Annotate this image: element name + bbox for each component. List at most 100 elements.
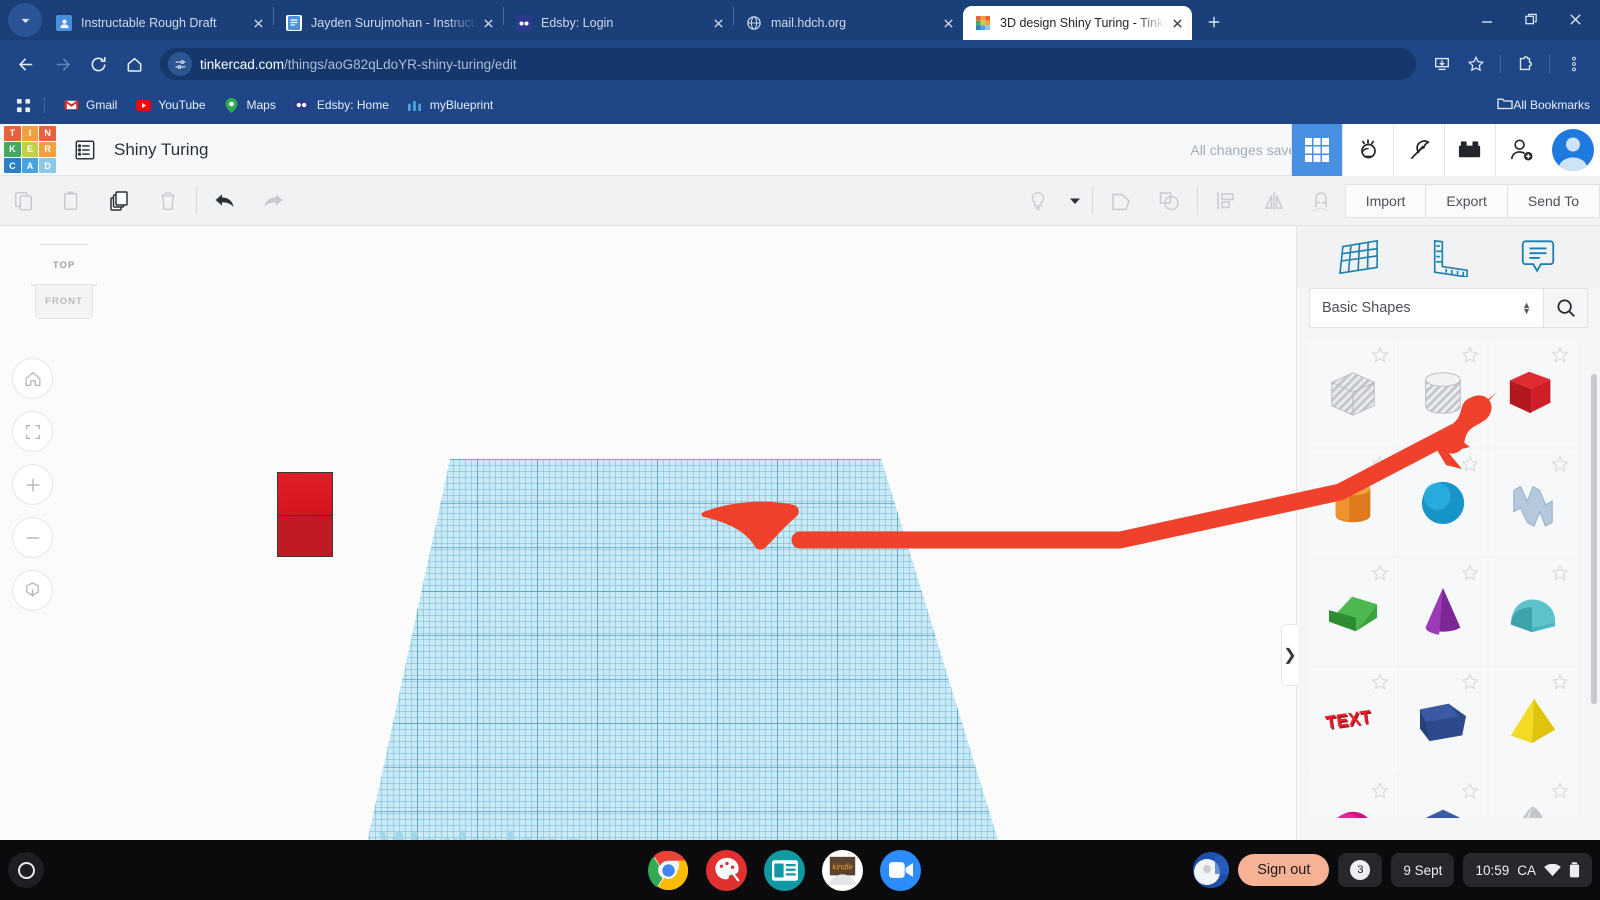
ruler-tool-button[interactable] [1423,235,1475,279]
note-tool-button[interactable] [1512,235,1564,279]
address-bar[interactable]: tinkercad.com/things/aoG82qLdoYR-shiny-t… [160,48,1416,80]
tab-search-button[interactable] [8,3,42,37]
star-outline-icon[interactable] [1551,346,1569,364]
maximize-button[interactable] [1510,4,1552,34]
bookmark-item[interactable]: Gmail [55,92,125,118]
paint-app-button[interactable] [706,849,747,891]
tab-close-button[interactable] [247,12,269,34]
shape-half-sphere[interactable] [1309,776,1397,818]
bookmark-item[interactable]: YouTube [127,92,213,118]
tab-close-button[interactable] [477,12,499,34]
star-outline-icon[interactable] [1551,782,1569,800]
date-display[interactable]: 9 Sept [1391,853,1455,887]
star-outline-icon[interactable] [1461,673,1479,691]
3d-canvas[interactable]: TOP FRONT [0,226,1296,840]
tab-close-button[interactable] [937,12,959,34]
workplane[interactable]: Workplane [357,459,1013,840]
fit-to-view-button[interactable] [12,411,53,452]
news-app-button[interactable] [764,849,805,891]
star-outline-icon[interactable] [1371,673,1389,691]
view-cube[interactable]: TOP FRONT [25,244,103,319]
bookmark-item[interactable]: myBlueprint [399,92,501,118]
shape-paraboloid[interactable] [1489,776,1577,818]
panel-collapse-button[interactable]: ❯ [1281,624,1298,686]
ungroup-button[interactable] [1145,176,1193,226]
snap-button[interactable] [1298,176,1346,226]
view-cube-front-face[interactable]: FRONT [35,284,93,319]
star-outline-icon[interactable] [1551,455,1569,473]
forward-button[interactable] [46,48,78,80]
shape-box-hole[interactable] [1309,340,1397,447]
bookmark-item[interactable]: Maps [216,92,284,118]
paste-button[interactable] [48,176,96,226]
undo-button[interactable] [201,176,249,226]
minecraft-mode-button[interactable] [1393,124,1444,176]
blocks-mode-button[interactable] [1444,124,1495,176]
star-outline-icon[interactable] [1371,782,1389,800]
view-cube-top-face[interactable]: TOP [31,244,97,286]
browser-tab[interactable]: Instructable Rough Draft [44,6,273,40]
group-button[interactable] [1097,176,1145,226]
bookmark-item[interactable]: Edsby: Home [286,92,397,118]
star-outline-icon[interactable] [1371,564,1389,582]
zoom-app-button[interactable] [880,849,921,891]
user-avatar-thumbnail[interactable] [1193,852,1230,888]
shape-text[interactable]: TEXT TEXT [1309,667,1397,774]
site-settings-icon[interactable] [168,52,192,76]
minimize-button[interactable] [1466,4,1508,34]
reload-button[interactable] [82,48,114,80]
star-outline-icon[interactable] [1461,346,1479,364]
close-window-button[interactable] [1554,4,1596,34]
mirror-button[interactable] [1250,176,1298,226]
new-tab-button[interactable] [1200,8,1228,36]
zoom-in-button[interactable] [12,464,53,505]
shape-sphere[interactable] [1399,449,1487,556]
delete-button[interactable] [144,176,192,226]
shape-roof[interactable] [1489,558,1577,665]
chrome-menu-button[interactable] [1558,48,1590,80]
shape-box[interactable] [1489,340,1577,447]
invite-people-button[interactable] [1495,124,1546,176]
browser-tab-active[interactable]: 3D design Shiny Turing - Tinker [963,6,1192,40]
shape-polygon[interactable] [1399,667,1487,774]
copy-button[interactable] [0,176,48,226]
chrome-app-button[interactable] [648,850,689,891]
zoom-out-button[interactable] [12,517,53,558]
star-outline-icon[interactable] [1371,346,1389,364]
star-outline-icon[interactable] [1461,564,1479,582]
user-avatar-button[interactable] [1546,124,1600,176]
tinkercad-logo[interactable]: T I N K E R C A D [4,125,56,174]
redo-button[interactable] [249,176,297,226]
home-view-button[interactable] [12,358,53,399]
bookmark-star-button[interactable] [1460,48,1492,80]
light-dropdown-button[interactable] [1062,176,1088,226]
sign-out-button[interactable]: Sign out [1238,854,1330,886]
shape-hex-prism[interactable] [1399,776,1487,818]
notifications-button[interactable]: 3 [1338,853,1383,887]
back-button[interactable] [10,48,42,80]
3d-design-mode-button[interactable] [1291,124,1342,176]
status-area[interactable]: 10:59 CA [1463,853,1592,887]
star-outline-icon[interactable] [1461,455,1479,473]
tab-close-button[interactable] [707,12,729,34]
star-outline-icon[interactable] [1551,564,1569,582]
kindle-app-button[interactable]: kindle [822,849,863,891]
browser-tab[interactable]: Edsby: Login [504,6,733,40]
browser-tab[interactable]: mail.hdch.org [734,6,963,40]
shape-search-button[interactable] [1544,288,1588,328]
star-outline-icon[interactable] [1371,455,1389,473]
shape-scribble[interactable] [1489,449,1577,556]
project-menu-button[interactable] [70,135,100,165]
shape-wedge[interactable] [1309,558,1397,665]
duplicate-button[interactable] [96,176,144,226]
perspective-toggle-button[interactable] [12,570,53,611]
star-outline-icon[interactable] [1461,782,1479,800]
light-button[interactable] [1014,176,1062,226]
shape-cone[interactable] [1399,558,1487,665]
star-outline-icon[interactable] [1551,673,1569,691]
tab-close-button[interactable] [1166,12,1188,34]
import-button[interactable]: Import [1344,184,1427,218]
extensions-button[interactable] [1509,48,1541,80]
send-to-button[interactable]: Send To [1506,184,1600,218]
shape-cylinder-hole[interactable] [1399,340,1487,447]
